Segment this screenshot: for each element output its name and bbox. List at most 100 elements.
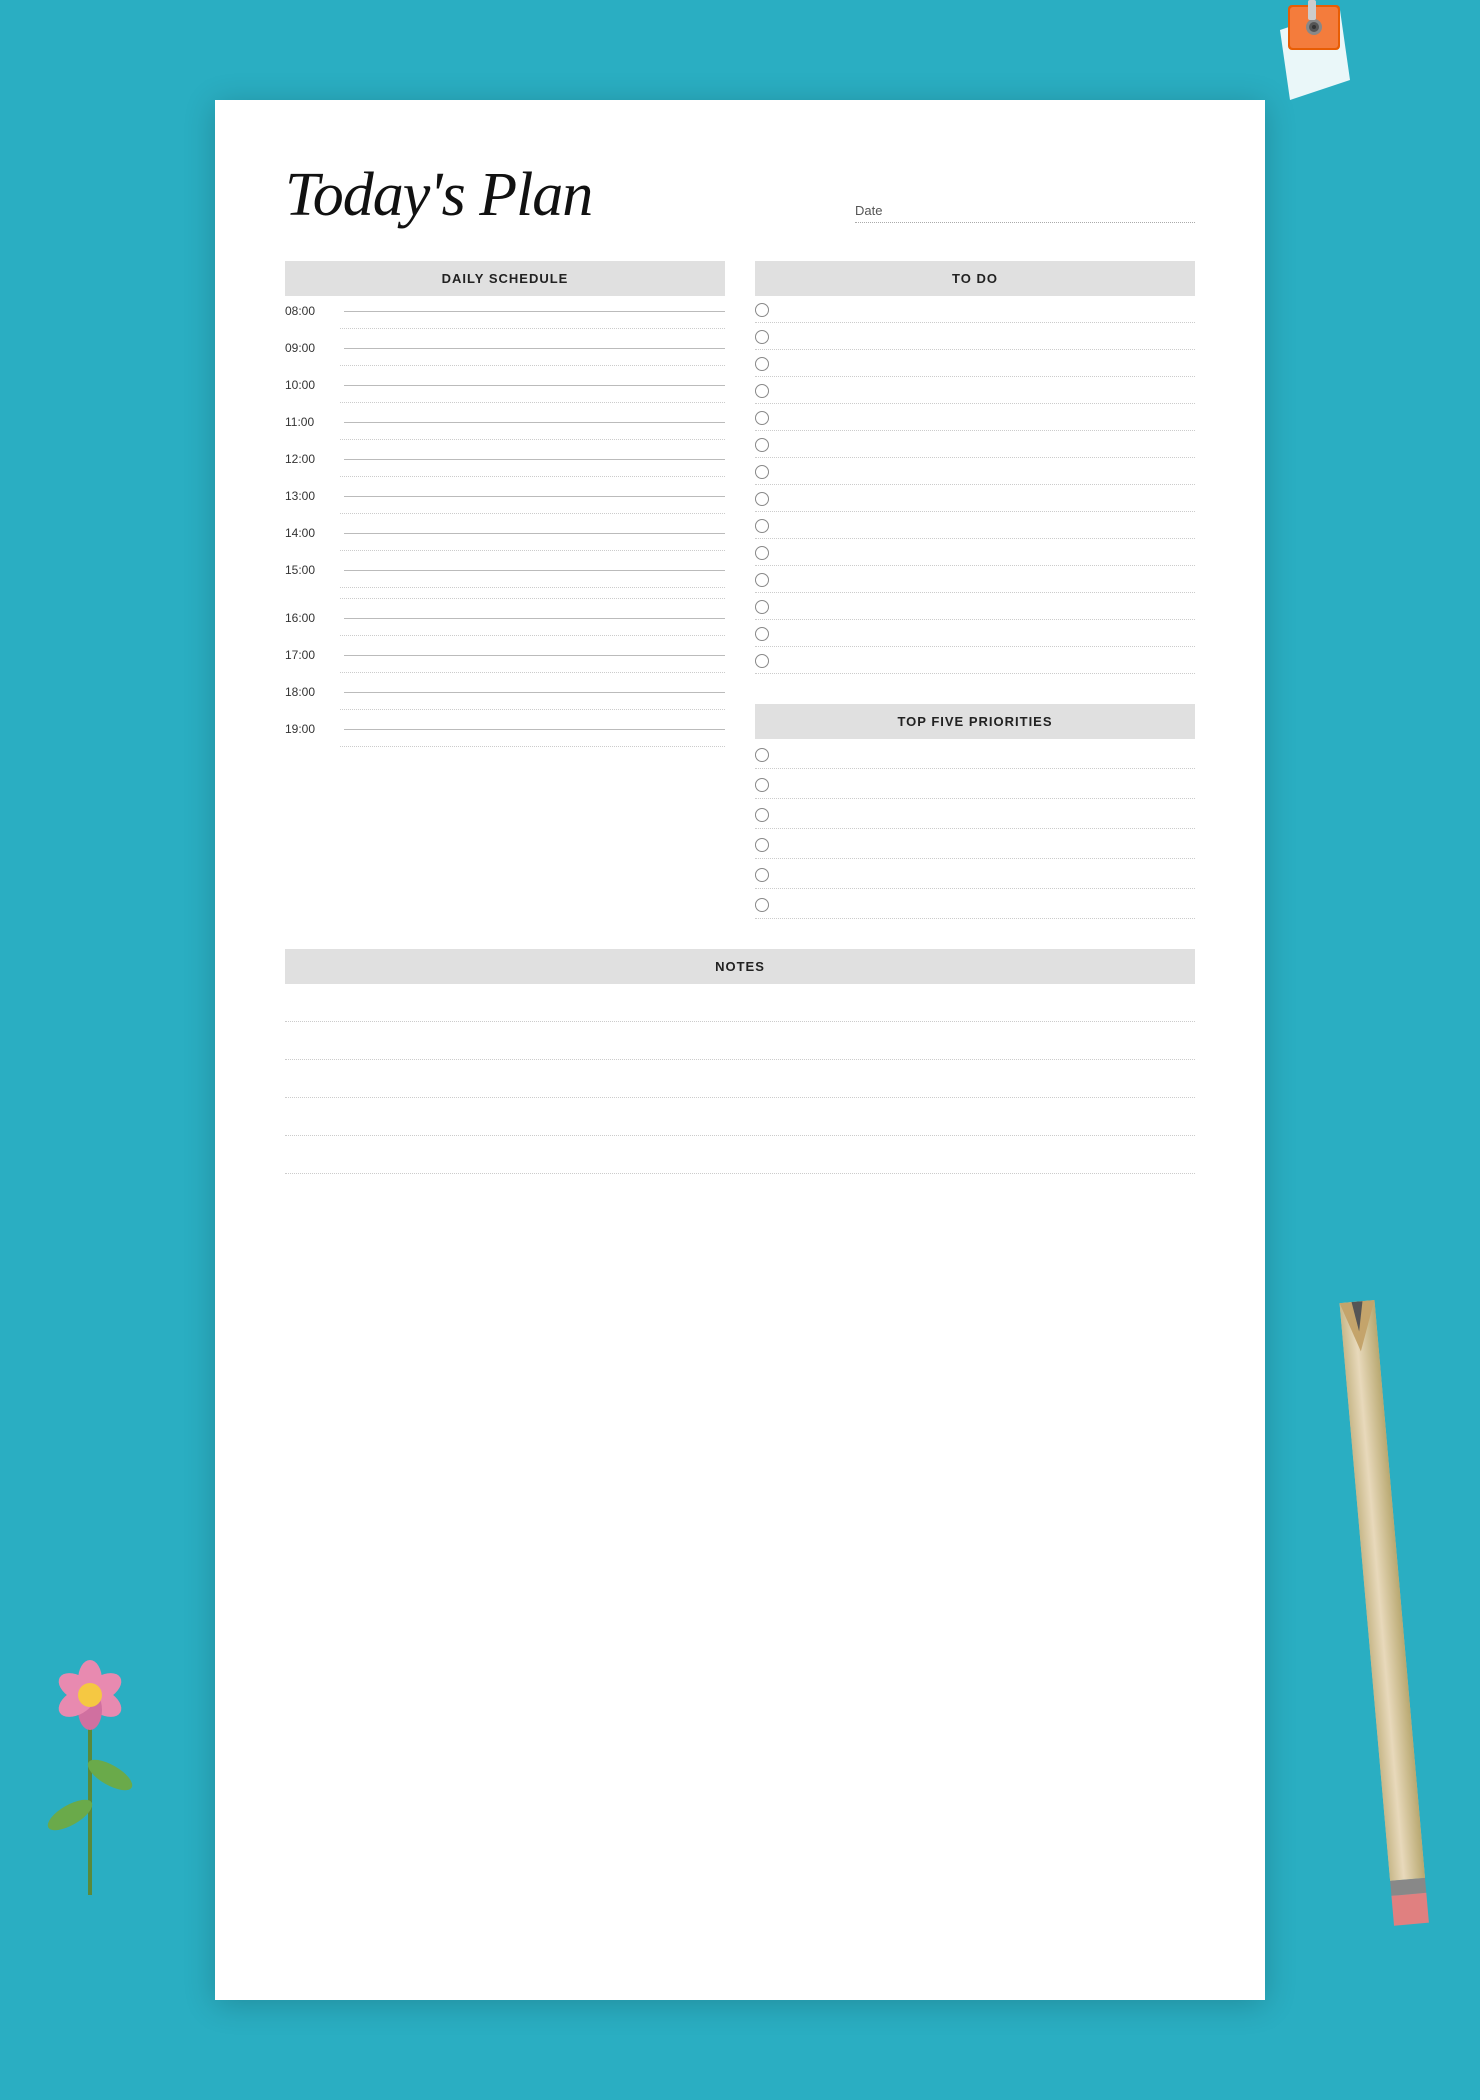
todo-item-1 [755, 296, 1195, 323]
time-line-1500 [344, 570, 725, 571]
priority-circle-2 [755, 778, 769, 792]
todo-rows [755, 296, 1195, 674]
time-row-1700: 17:00 [285, 640, 725, 666]
empty-line-1400 [285, 544, 725, 555]
time-label-0800: 08:00 [285, 304, 340, 318]
time-line-1600 [344, 618, 725, 619]
todo-item-5 [755, 404, 1195, 431]
priority-item-3 [755, 799, 1195, 829]
time-row-1600: 16:00 [285, 603, 725, 629]
priority-circle-3 [755, 808, 769, 822]
todo-circle-8 [755, 492, 769, 506]
todo-circle-4 [755, 384, 769, 398]
time-line-1400 [344, 533, 725, 534]
time-row-1000: 10:00 [285, 370, 725, 396]
time-label-1800: 18:00 [285, 685, 340, 699]
notes-header: NOTES [285, 949, 1195, 984]
todo-item-4 [755, 377, 1195, 404]
schedule-block-0800: 08:00 [285, 296, 725, 333]
schedule-block-0900: 09:00 [285, 333, 725, 370]
schedule-block-1400: 14:00 [285, 518, 725, 555]
time-row-1300: 13:00 [285, 481, 725, 507]
schedule-block-1800: 18:00 [285, 677, 725, 714]
right-column: TO DO [755, 261, 1195, 919]
empty-line-1300 [285, 507, 725, 518]
todo-circle-10 [755, 546, 769, 560]
todo-circle-5 [755, 411, 769, 425]
pencil-decoration [1330, 1299, 1451, 2002]
time-label-0900: 09:00 [285, 341, 340, 355]
time-line-1300 [344, 496, 725, 497]
notes-line-5 [285, 1136, 1195, 1174]
time-label-1900: 19:00 [285, 722, 340, 736]
flower-decoration [30, 1595, 150, 1900]
todo-item-7 [755, 458, 1195, 485]
empty-line-0800 [285, 322, 725, 333]
empty-line-1900 [285, 740, 725, 751]
time-line-1200 [344, 459, 725, 460]
priority-circle-1 [755, 748, 769, 762]
schedule-block-1100: 11:00 [285, 407, 725, 444]
time-row-1500: 15:00 [285, 555, 725, 581]
empty-line-1500b [285, 592, 725, 603]
empty-line-1500a [285, 581, 725, 592]
time-label-1500: 15:00 [285, 563, 340, 577]
paper: Today's Plan Date DAILY SCHEDULE 08:00 [215, 100, 1265, 2000]
time-row-1800: 18:00 [285, 677, 725, 703]
priorities-section: TOP FIVE PRIORITIES [755, 704, 1195, 919]
time-label-1200: 12:00 [285, 452, 340, 466]
time-line-0800 [344, 311, 725, 312]
time-label-1000: 10:00 [285, 378, 340, 392]
todo-item-2 [755, 323, 1195, 350]
main-content: DAILY SCHEDULE 08:00 09:00 [285, 261, 1195, 919]
left-column: DAILY SCHEDULE 08:00 09:00 [285, 261, 725, 919]
notes-line-1 [285, 984, 1195, 1022]
todo-circle-2 [755, 330, 769, 344]
schedule-block-1600: 16:00 [285, 603, 725, 640]
page-header: Today's Plan Date [285, 160, 1195, 231]
todo-circle-9 [755, 519, 769, 533]
time-label-1300: 13:00 [285, 489, 340, 503]
priority-item-1 [755, 739, 1195, 769]
schedule-rows: 08:00 09:00 [285, 296, 725, 751]
notes-line-3 [285, 1060, 1195, 1098]
todo-circle-1 [755, 303, 769, 317]
time-label-1700: 17:00 [285, 648, 340, 662]
empty-line-1600 [285, 629, 725, 640]
notes-section: NOTES [285, 949, 1195, 1174]
notes-rows [285, 984, 1195, 1174]
time-line-1900 [344, 729, 725, 730]
priority-rows [755, 739, 1195, 919]
time-label-1400: 14:00 [285, 526, 340, 540]
empty-line-1100 [285, 433, 725, 444]
time-row-0800: 08:00 [285, 296, 725, 322]
empty-line-0900 [285, 359, 725, 370]
todo-circle-13 [755, 627, 769, 641]
priority-circle-6 [755, 898, 769, 912]
todo-item-13 [755, 620, 1195, 647]
todo-item-9 [755, 512, 1195, 539]
empty-line-1700 [285, 666, 725, 677]
time-row-1100: 11:00 [285, 407, 725, 433]
time-label-1600: 16:00 [285, 611, 340, 625]
priority-item-5 [755, 859, 1195, 889]
notes-line-4 [285, 1098, 1195, 1136]
todo-item-11 [755, 566, 1195, 593]
time-row-1900: 19:00 [285, 714, 725, 740]
schedule-block-1000: 10:00 [285, 370, 725, 407]
notes-line-2 [285, 1022, 1195, 1060]
schedule-block-1500: 15:00 [285, 555, 725, 603]
empty-line-1800 [285, 703, 725, 714]
priorities-header: TOP FIVE PRIORITIES [755, 704, 1195, 739]
todo-circle-12 [755, 600, 769, 614]
time-row-1200: 12:00 [285, 444, 725, 470]
schedule-block-1700: 17:00 [285, 640, 725, 677]
date-line [855, 222, 1195, 223]
page-title: Today's Plan [285, 160, 592, 231]
schedule-block-1200: 12:00 [285, 444, 725, 481]
priority-circle-5 [755, 868, 769, 882]
todo-item-6 [755, 431, 1195, 458]
todo-header: TO DO [755, 261, 1195, 296]
todo-circle-7 [755, 465, 769, 479]
todo-item-10 [755, 539, 1195, 566]
